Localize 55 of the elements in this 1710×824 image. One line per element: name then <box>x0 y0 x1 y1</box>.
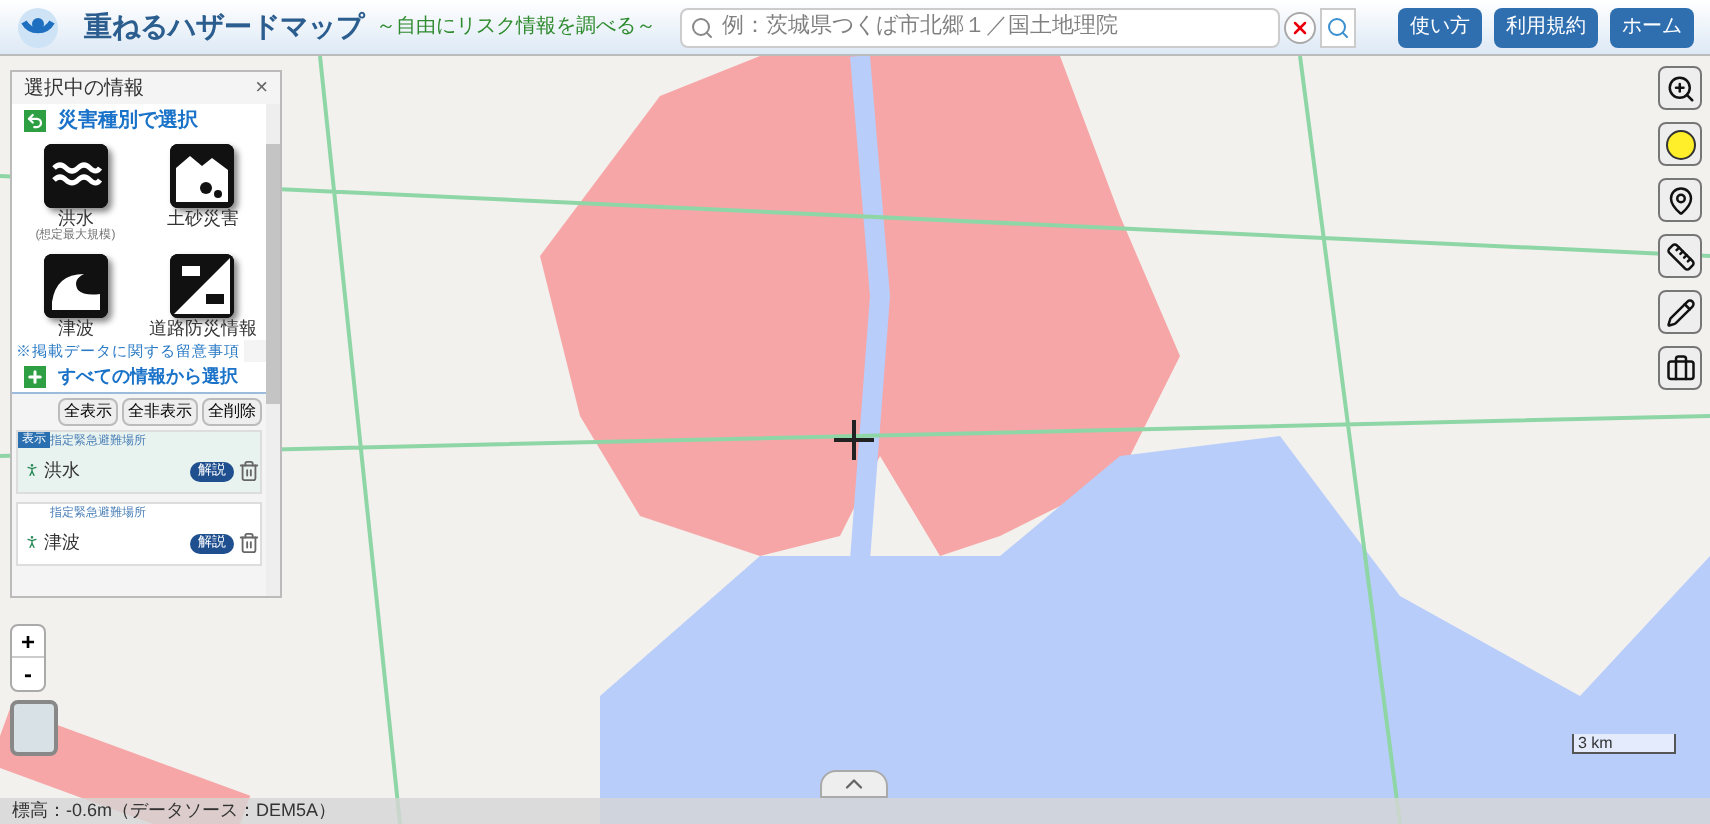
layer-thumbnail[interactable] <box>10 700 58 756</box>
zoom-in-button[interactable]: + <box>12 626 44 658</box>
nav-button[interactable]: ホーム <box>1610 7 1694 47</box>
nav-button[interactable]: 使い方 <box>1398 7 1482 47</box>
search-button[interactable] <box>1320 7 1356 47</box>
zoom-out-button[interactable]: - <box>12 658 44 690</box>
search-field[interactable]: 例：茨城県つくば市北郷１／国土地理院 <box>680 7 1280 47</box>
clear-button[interactable] <box>1284 11 1316 43</box>
trash-icon[interactable] <box>238 460 260 483</box>
ruler-button[interactable] <box>1658 234 1702 278</box>
big-wave-icon <box>43 253 108 318</box>
scale-bar: 3 km <box>1572 734 1676 754</box>
magnifier-button[interactable] <box>1658 66 1702 110</box>
pencil-icon <box>1665 297 1695 327</box>
search-icon <box>690 15 714 39</box>
scrollbar[interactable] <box>266 104 280 596</box>
logo-icon <box>16 5 60 49</box>
section-title: 災害種別で選択 <box>58 106 198 135</box>
wave-icon <box>43 144 108 208</box>
section-title: すべての情報から選択 <box>58 364 238 390</box>
evacuee-icon <box>24 534 40 551</box>
undo-icon <box>24 109 46 131</box>
close-icon <box>1290 17 1310 37</box>
hazard-label[interactable]: 津波 <box>57 317 94 340</box>
layer-name: 洪水 <box>44 458 80 485</box>
crosshair-icon <box>834 420 874 460</box>
nav-button[interactable]: 利用規約 <box>1494 7 1598 47</box>
section-header[interactable]: 災害種別で選択 <box>12 104 266 136</box>
section-header[interactable]: すべての情報から選択 <box>12 362 266 395</box>
layer-name: 津波 <box>44 530 80 557</box>
elevation-text: 標高：-0.6m（データソース：DEM5A） <box>12 797 337 824</box>
road-hazard-icon <box>170 253 235 318</box>
magnifier-icon <box>1665 73 1695 103</box>
landslide-icon <box>170 144 235 208</box>
hazard-label[interactable]: 洪水 <box>57 208 94 231</box>
ruler-icon <box>1665 241 1695 271</box>
action-button[interactable]: 全削除 <box>202 398 262 427</box>
action-button[interactable]: 全非表示 <box>122 398 198 427</box>
plus-icon <box>24 366 46 389</box>
briefcase-button[interactable] <box>1658 346 1702 390</box>
close-button[interactable]: × <box>255 77 268 99</box>
action-button[interactable]: 全表示 <box>58 398 118 427</box>
search-icon <box>1326 15 1350 39</box>
briefcase-icon <box>1665 353 1695 383</box>
trash-icon[interactable] <box>238 532 260 555</box>
evacuee-icon <box>24 462 40 479</box>
hazard-label[interactable]: 道路防災情報 <box>148 317 257 340</box>
app-subtitle: ～自由にリスク情報を調べる～ <box>376 13 656 42</box>
pencil-button[interactable] <box>1658 290 1702 334</box>
hazard-label[interactable]: 土砂災害 <box>166 208 239 231</box>
map-pin-icon <box>1665 185 1695 215</box>
hazard-button[interactable] <box>1658 122 1702 166</box>
app-title: 重ねるハザードマップ <box>84 8 364 46</box>
map-pin-button[interactable] <box>1658 178 1702 222</box>
panel-title: 選択中の情報 <box>24 75 144 103</box>
